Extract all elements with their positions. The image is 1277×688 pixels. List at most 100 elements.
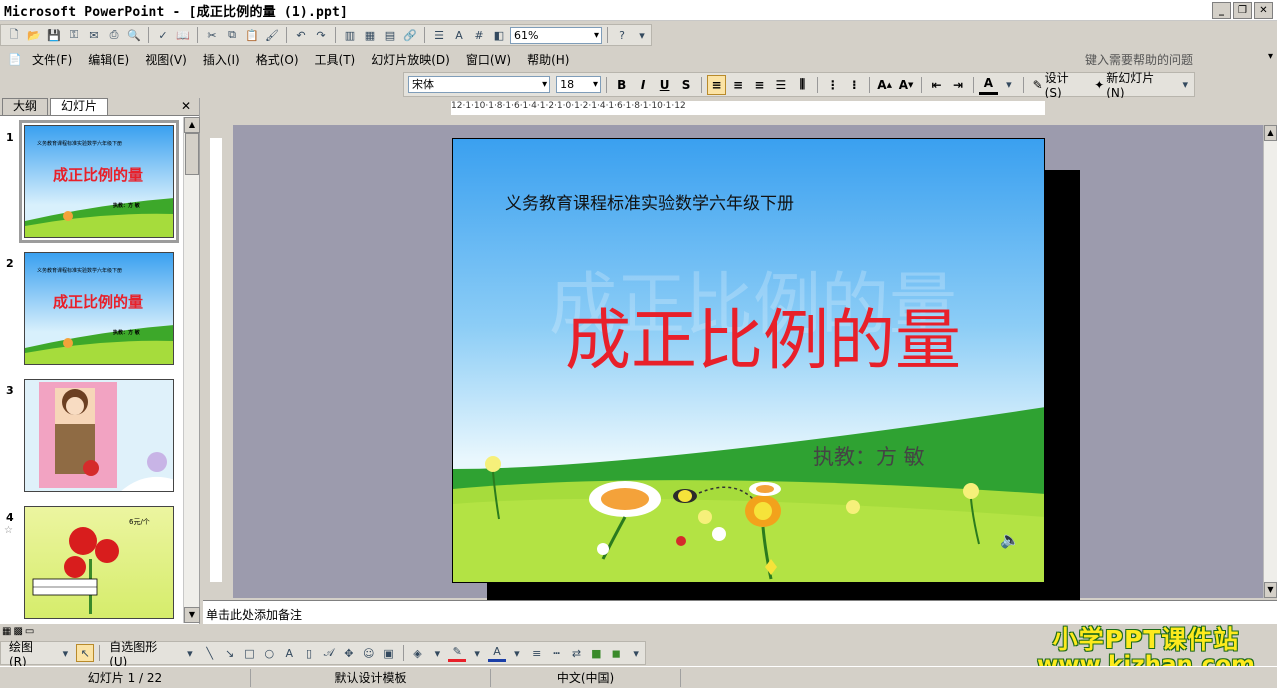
slide-thumb-3[interactable]	[24, 379, 174, 492]
font-color-dropdown-icon[interactable]: ▾	[1000, 76, 1018, 94]
zoom-select[interactable]: 61%	[510, 26, 602, 44]
decrease-indent-button[interactable]: ⇤	[927, 75, 946, 95]
show-grid-icon[interactable]: #	[470, 26, 488, 44]
menu-file[interactable]: 文件(F)	[24, 51, 80, 68]
bullets-button[interactable]: ⁝	[845, 75, 864, 95]
draw-menu-button[interactable]: 绘图(R)	[5, 638, 54, 669]
increase-font-button[interactable]: A ▲	[875, 75, 894, 95]
autoshapes-dropdown-icon[interactable]: ▾	[181, 644, 199, 662]
minimize-button[interactable]: _	[1212, 2, 1231, 19]
show-formatting-icon[interactable]: A	[450, 26, 468, 44]
slide-title[interactable]: 成正比例的量	[565, 287, 961, 383]
expand-all-icon[interactable]: ☰	[430, 26, 448, 44]
line-color-dropdown-icon[interactable]: ▾	[468, 644, 486, 662]
redo-icon[interactable]: ↷	[312, 26, 330, 44]
print-preview-icon[interactable]: 🔍	[125, 26, 143, 44]
justify-button[interactable]: ☰	[771, 75, 790, 95]
save-icon[interactable]: 💾	[45, 26, 63, 44]
menu-window[interactable]: 窗口(W)	[458, 51, 519, 68]
toolbar-options-icon[interactable]: ▾	[1176, 76, 1194, 94]
slide-subtitle[interactable]: 义务教育课程标准实验数学六年级下册	[505, 189, 794, 214]
new-icon[interactable]: 🗋	[5, 26, 23, 44]
align-center-button[interactable]: ≡	[728, 75, 747, 95]
shadow-style-icon[interactable]: ■	[587, 644, 605, 662]
line-color-icon[interactable]: ✎	[448, 644, 467, 662]
spelling-icon[interactable]: ✓	[154, 26, 172, 44]
font-color-icon[interactable]: A	[488, 644, 506, 662]
menu-view[interactable]: 视图(V)	[137, 51, 195, 68]
scroll-thumb[interactable]	[185, 133, 199, 175]
align-right-button[interactable]: ≡	[750, 75, 769, 95]
clipart-icon[interactable]: ☺	[360, 644, 378, 662]
scroll-up-icon[interactable]: ▲	[184, 117, 200, 133]
underline-button[interactable]: U	[655, 75, 674, 95]
slide-thumb-2[interactable]: 义务教育课程标准实验数学六年级下册 成正比例的量 执教：方 敏	[24, 252, 174, 365]
select-pointer-icon[interactable]: ↖	[76, 644, 95, 662]
vertical-textbox-icon[interactable]: ▯	[300, 644, 318, 662]
slide-thumb-4[interactable]: 6元/个	[24, 506, 174, 619]
slide-thumb-1[interactable]: 义务教育课程标准实验数学六年级下册 成正比例的量 执教：方 敏	[19, 120, 179, 243]
menu-slideshow[interactable]: 幻灯片放映(D)	[363, 51, 458, 68]
font-color-dropdown-icon[interactable]: ▾	[508, 644, 526, 662]
table-icon[interactable]: ▦	[361, 26, 379, 44]
close-pane-icon[interactable]: ✕	[181, 99, 191, 113]
menu-edit[interactable]: 编辑(E)	[80, 51, 137, 68]
tab-outline[interactable]: 大纲	[2, 98, 49, 115]
color-grayscale-icon[interactable]: ◧	[490, 26, 508, 44]
chart-icon[interactable]: ▥	[341, 26, 359, 44]
tab-slides[interactable]: 幻灯片	[50, 98, 109, 115]
bold-button[interactable]: B	[612, 75, 631, 95]
oval-icon[interactable]: ○	[260, 644, 278, 662]
sorter-view-icon[interactable]: ▩	[13, 626, 22, 637]
notes-placeholder[interactable]: 单击此处添加备注	[206, 606, 302, 623]
align-left-button[interactable]: ≡	[706, 74, 727, 95]
dash-style-icon[interactable]: ┅	[548, 644, 566, 662]
print-icon[interactable]: ⎙	[105, 26, 123, 44]
email-icon[interactable]: ✉	[85, 26, 103, 44]
draw-dropdown-icon[interactable]: ▾	[56, 644, 74, 662]
format-painter-icon[interactable]: 🖌	[263, 26, 281, 44]
help-search-input[interactable]: 键入需要帮助的问题	[1085, 51, 1273, 68]
tables-borders-icon[interactable]: ▤	[381, 26, 399, 44]
restore-button[interactable]: ❐	[1233, 2, 1252, 19]
scroll-up-icon[interactable]: ▲	[1264, 125, 1277, 141]
wordart-icon[interactable]: 𝒜	[320, 644, 338, 662]
font-color-button[interactable]: A	[978, 75, 999, 95]
cut-icon[interactable]: ✂	[203, 26, 221, 44]
close-button[interactable]: ✕	[1254, 2, 1273, 19]
editor-scrollbar[interactable]: ▲ ▼	[1263, 125, 1277, 598]
3d-style-icon[interactable]: ◼	[607, 644, 625, 662]
scroll-down-icon[interactable]: ▼	[184, 607, 200, 623]
italic-button[interactable]: I	[633, 75, 652, 95]
slides-scrollbar[interactable]: ▲ ▼	[183, 117, 200, 623]
rectangle-icon[interactable]: □	[241, 644, 259, 662]
arrow-style-icon[interactable]: ⇄	[568, 644, 586, 662]
slide-author[interactable]: 执教：方 敏	[813, 441, 925, 471]
distributed-button[interactable]: ⫼	[793, 75, 812, 95]
arrow-icon[interactable]: ↘	[221, 644, 239, 662]
diagram-icon[interactable]: ✥	[340, 644, 358, 662]
help-icon[interactable]: ?	[613, 26, 631, 44]
increase-indent-button[interactable]: ⇥	[948, 75, 967, 95]
menu-tools[interactable]: 工具(T)	[307, 51, 364, 68]
main-slide[interactable]: 🔈 义务教育课程标准实验数学六年级下册 成正比例的量 成正比例的量 执教：方 敏	[452, 138, 1045, 583]
autoshapes-button[interactable]: 自选图形(U)	[105, 638, 179, 669]
slideshow-view-icon[interactable]: ▭	[25, 626, 34, 637]
app-doc-icon[interactable]: 📄	[6, 50, 24, 68]
normal-view-icon[interactable]: ▦	[2, 626, 11, 637]
open-icon[interactable]: 📂	[25, 26, 43, 44]
numbering-button[interactable]: ⋮	[823, 75, 842, 95]
toolbar-options-icon[interactable]: ▾	[627, 644, 645, 662]
fill-color-icon[interactable]: ◈	[409, 644, 427, 662]
fill-dropdown-icon[interactable]: ▾	[428, 644, 446, 662]
design-button[interactable]: ✎ 设计(S)	[1029, 69, 1089, 100]
line-icon[interactable]: ╲	[201, 644, 219, 662]
hyperlink-icon[interactable]: 🔗	[401, 26, 419, 44]
menu-insert[interactable]: 插入(I)	[195, 51, 248, 68]
undo-icon[interactable]: ↶	[292, 26, 310, 44]
scroll-down-icon[interactable]: ▼	[1264, 582, 1277, 598]
font-select[interactable]: 宋体	[408, 76, 551, 93]
new-slide-button[interactable]: ✦ 新幻灯片(N)	[1090, 69, 1174, 100]
toolbar-options-icon[interactable]: ▾	[633, 26, 651, 44]
picture-icon[interactable]: ▣	[380, 644, 398, 662]
